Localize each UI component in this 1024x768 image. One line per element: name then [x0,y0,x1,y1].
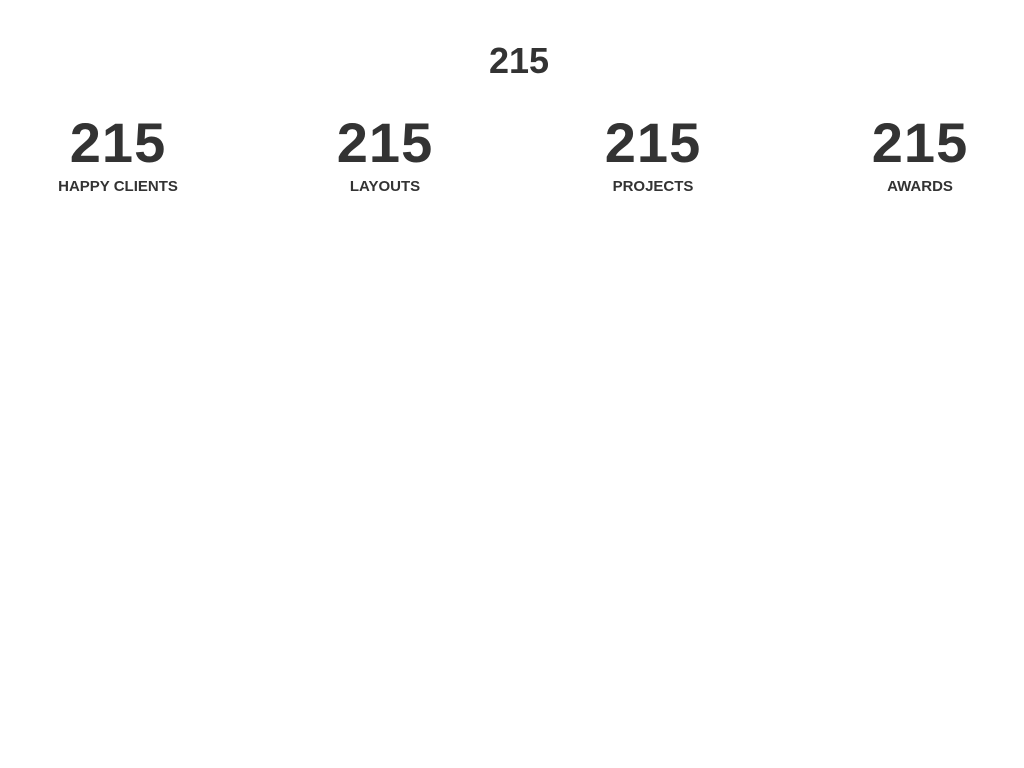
stat-label: LAYOUTS [349,178,421,195]
stat-value: 215 [871,111,969,174]
stat-happy-clients: 215 HAPPY CLIENTS [8,111,228,197]
stat-projects: 215 PROJECTS [543,111,763,197]
stat-label: HAPPY CLIENTS [58,178,178,195]
top-counter-value: 215 [488,40,550,81]
stat-value: 215 [604,111,702,174]
stat-label: AWARDS [887,178,953,195]
page: 215 215 HAPPY CLIENTS 215 LAYOUTS 215 PR… [0,0,1024,768]
stat-value: 215 [336,111,434,174]
stats-row: 215 HAPPY CLIENTS 215 LAYOUTS 215 PROJEC… [0,111,1024,211]
stat-value: 215 [69,111,167,174]
stat-awards: 215 AWARDS [810,111,1024,197]
stat-label: PROJECTS [612,178,694,195]
stat-layouts: 215 LAYOUTS [275,111,495,197]
